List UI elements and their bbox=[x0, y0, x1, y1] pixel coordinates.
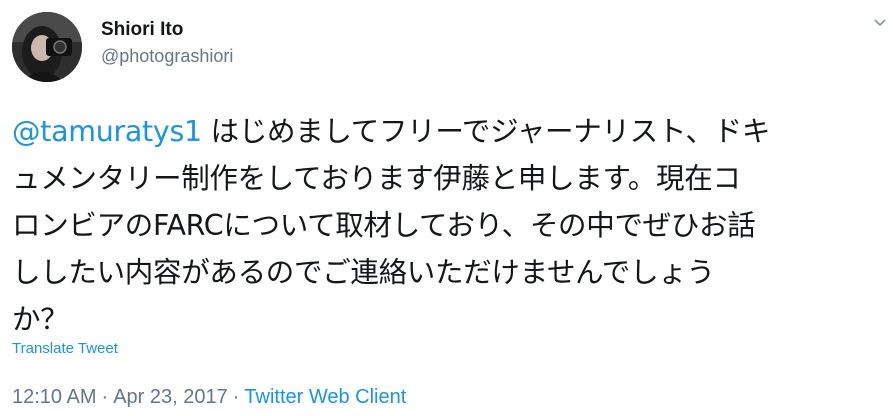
author-info: Shiori Ito @photograshiori bbox=[101, 18, 233, 68]
tweet-text-line: ししたい内容があるのでご連絡いただけませんでしょう bbox=[12, 256, 715, 289]
tweet-time[interactable]: 12:10 AM bbox=[12, 386, 97, 408]
display-name[interactable]: Shiori Ito bbox=[101, 18, 233, 42]
tweet-text-line: か？ bbox=[12, 303, 69, 336]
chevron-down-icon[interactable] bbox=[873, 16, 887, 30]
meta-separator: · bbox=[232, 386, 240, 408]
tweet-text-line: はじめましてフリーでジャーナリスト、ドキ bbox=[201, 115, 771, 148]
mention-link[interactable]: @tamuratys1 bbox=[12, 115, 202, 148]
tweet-text-line: ュメンタリー制作をしております伊藤と申します。現在コ bbox=[12, 162, 741, 195]
avatar[interactable] bbox=[12, 12, 82, 82]
avatar-photo bbox=[12, 12, 82, 82]
user-handle[interactable]: @photograshiori bbox=[101, 44, 233, 68]
meta-separator: · bbox=[101, 386, 109, 408]
tweet-text-line: ロンビアのFARCについて取材しており、その中でぜひお話 bbox=[12, 209, 756, 242]
client-link[interactable]: Twitter Web Client bbox=[244, 386, 406, 408]
tweet-meta: 12:10 AM · Apr 23, 2017 · Twitter Web Client bbox=[12, 386, 406, 409]
translate-tweet-link[interactable]: Translate Tweet bbox=[12, 340, 118, 357]
tweet-text: @tamuratys1 はじめましてフリーでジャーナリスト、ドキュメンタリー制作… bbox=[12, 108, 884, 343]
tweet-date[interactable]: Apr 23, 2017 bbox=[113, 386, 228, 408]
tweet-card: Shiori Ito @photograshiori @tamuratys1 は… bbox=[0, 0, 893, 416]
